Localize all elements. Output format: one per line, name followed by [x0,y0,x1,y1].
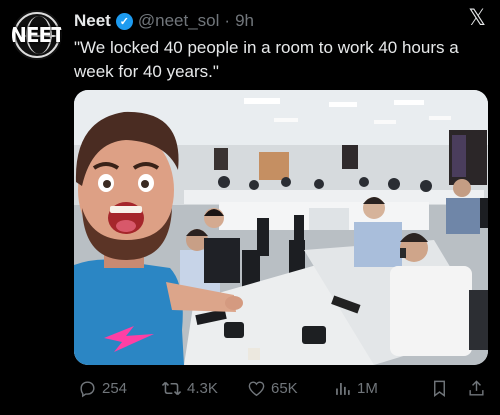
tweet-image[interactable] [74,90,488,365]
office-photo [74,90,488,365]
action-bar: 254 4.3K 65K 1M [74,373,488,403]
tweet-text: "We locked 40 people in a room to work 4… [74,38,459,81]
author-handle[interactable]: @neet_sol [138,11,220,31]
tweet-header: Neet ✓ @neet_sol · 9h [74,9,254,33]
tweet-time[interactable]: 9h [235,11,254,31]
avatar-logo-text: NEET [12,23,62,47]
views-button[interactable]: 1M [333,379,378,398]
separator: · [224,11,231,30]
like-count: 65K [271,379,298,397]
share-button[interactable] [467,379,486,398]
avatar[interactable]: NEET [12,10,62,60]
x-logo-icon[interactable]: 𝕏 [468,6,486,31]
views-icon [336,382,350,395]
like-button[interactable]: 65K [247,379,298,398]
retweet-icon [161,381,182,395]
bookmark-button[interactable] [430,379,449,398]
bookmark-icon [434,380,445,397]
views-count: 1M [357,379,378,397]
verified-badge-icon[interactable]: ✓ [115,12,133,30]
share-icon [469,379,484,396]
retweet-count: 4.3K [187,379,218,397]
heart-icon [248,380,265,396]
reply-button[interactable]: 254 [78,379,127,398]
reply-count: 254 [102,379,128,397]
reply-icon [80,380,95,397]
author-name[interactable]: Neet [74,11,111,31]
retweet-button[interactable]: 4.3K [161,379,218,398]
